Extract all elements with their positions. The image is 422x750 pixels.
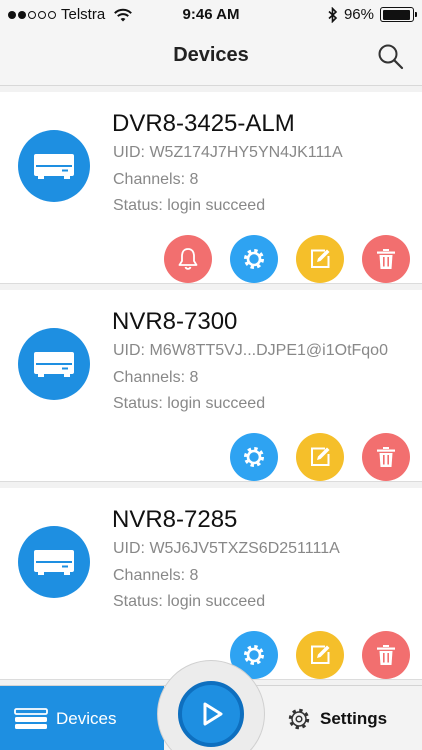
- delete-device-button[interactable]: [362, 235, 410, 283]
- nvr-device-icon: [18, 328, 90, 400]
- edit-icon: [311, 249, 330, 268]
- bell-icon: [178, 248, 198, 270]
- trash-icon: [377, 645, 395, 665]
- edit-device-button[interactable]: [296, 631, 344, 679]
- gear-icon: [244, 447, 264, 467]
- device-uid: UID: M6W8TT5VJ...DJPE1@i1OtFqo0: [113, 342, 388, 359]
- device-list: DVR8-3425-ALM UID: W5Z174J7HY5YN4JK111A …: [0, 92, 422, 686]
- device-settings-button[interactable]: [230, 235, 278, 283]
- battery-icon: [380, 7, 417, 22]
- gear-icon: [288, 708, 310, 729]
- device-settings-button[interactable]: [230, 433, 278, 481]
- status-bar: Telstra 9:46 AM 96%: [0, 0, 422, 30]
- tab-devices[interactable]: Devices: [0, 686, 164, 750]
- tab-bar: Devices Settings: [0, 660, 422, 750]
- device-actions: [230, 631, 410, 679]
- tab-settings[interactable]: Settings: [272, 686, 422, 750]
- play-button[interactable]: [178, 681, 244, 747]
- device-channels: Channels: 8: [113, 567, 199, 584]
- page-title: Devices: [173, 44, 249, 66]
- nav-bar: Devices: [0, 30, 422, 86]
- bluetooth-icon: [328, 6, 338, 23]
- edit-icon: [311, 645, 330, 664]
- trash-icon: [377, 447, 395, 467]
- battery-level-fill: [382, 9, 411, 20]
- device-card[interactable]: NVR8-7285 UID: W5J6JV5TXZS6D251111A Chan…: [0, 488, 422, 680]
- gear-icon: [244, 645, 264, 665]
- device-status: Status: login succeed: [113, 197, 266, 214]
- tab-settings-label: Settings: [320, 708, 388, 728]
- gear-icon: [244, 249, 264, 269]
- device-list-icon: [14, 707, 48, 729]
- device-actions: [164, 235, 410, 283]
- edit-device-button[interactable]: [296, 235, 344, 283]
- edit-icon: [311, 447, 330, 466]
- device-card[interactable]: NVR8-7300 UID: M6W8TT5VJ...DJPE1@i1OtFqo…: [0, 290, 422, 482]
- tab-devices-label: Devices: [56, 708, 117, 728]
- delete-device-button[interactable]: [362, 631, 410, 679]
- device-actions: [230, 433, 410, 481]
- device-uid: UID: W5J6JV5TXZS6D251111A: [113, 540, 340, 557]
- device-channels: Channels: 8: [113, 171, 199, 188]
- device-uid: UID: W5Z174J7HY5YN4JK111A: [113, 144, 343, 161]
- alarm-button[interactable]: [164, 235, 212, 283]
- dvr-device-icon: [18, 130, 90, 202]
- device-name: NVR8-7300: [112, 308, 238, 335]
- device-name: NVR8-7285: [112, 506, 238, 533]
- battery-percent: 96%: [343, 6, 374, 23]
- nvr-device-icon: [18, 526, 90, 598]
- status-right: 96%: [328, 6, 417, 23]
- trash-icon: [377, 249, 395, 269]
- play-icon: [203, 702, 223, 726]
- device-card[interactable]: DVR8-3425-ALM UID: W5Z174J7HY5YN4JK111A …: [0, 92, 422, 284]
- edit-device-button[interactable]: [296, 433, 344, 481]
- search-icon[interactable]: [376, 42, 406, 72]
- delete-device-button[interactable]: [362, 433, 410, 481]
- device-name: DVR8-3425-ALM: [112, 110, 295, 137]
- device-status: Status: login succeed: [113, 395, 266, 412]
- device-status: Status: login succeed: [113, 593, 266, 610]
- device-channels: Channels: 8: [113, 369, 199, 386]
